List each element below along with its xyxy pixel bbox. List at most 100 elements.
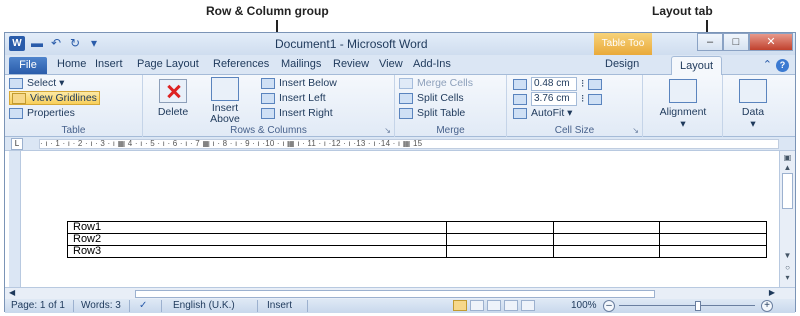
help-icon[interactable]: ? (776, 59, 789, 72)
table-cell[interactable] (552, 233, 661, 246)
tab-file[interactable]: File (9, 57, 47, 74)
delete-button[interactable]: Delete (151, 107, 195, 118)
view-buttons (453, 300, 535, 311)
word-app-icon[interactable]: W (9, 36, 25, 51)
select-button[interactable]: Select ▾ (9, 77, 64, 89)
distribute-columns-icon[interactable] (588, 93, 603, 105)
title-bar: W ▬ ↶ ↻ ▾ Document1 - Microsoft Word Tab… (5, 33, 795, 55)
zoom-slider[interactable] (619, 305, 755, 306)
full-screen-reading-icon[interactable] (470, 300, 484, 311)
alignment-button[interactable]: Alignment (643, 107, 723, 118)
properties-button[interactable]: Properties (9, 107, 75, 119)
table-cell[interactable] (659, 233, 767, 246)
tab-page-layout[interactable]: Page Layout (137, 58, 199, 70)
table-cell[interactable] (446, 245, 554, 258)
zoom-slider-knob[interactable] (695, 301, 701, 311)
column-width-input[interactable]: 3.76 cm (531, 92, 577, 106)
web-layout-icon[interactable] (487, 300, 501, 311)
insert-mode-indicator[interactable]: Insert (267, 300, 292, 311)
table-cell[interactable] (552, 245, 661, 258)
minimize-button[interactable]: – (697, 33, 723, 51)
alignment-dropdown-icon[interactable]: ▾ (643, 119, 723, 130)
scroll-down-icon[interactable]: ▼ (780, 251, 795, 260)
horizontal-scroll-thumb[interactable] (135, 290, 655, 298)
insert-above-label-2[interactable]: Above (203, 114, 247, 125)
split-cells-button[interactable]: Split Cells (399, 92, 464, 104)
delete-icon[interactable] (159, 79, 187, 103)
ruler-toggle-icon[interactable]: ▣ (780, 153, 795, 162)
undo-icon[interactable]: ↶ (48, 35, 64, 51)
annotation-layout-tab: Layout tab (652, 4, 713, 18)
vertical-ruler[interactable] (9, 151, 21, 287)
browse-object-icon[interactable]: ○ (780, 263, 795, 272)
group-data[interactable]: Data ▾ (723, 75, 783, 137)
rows-columns-launcher-icon[interactable]: ↘ (384, 126, 391, 135)
minimize-ribbon-icon[interactable]: ⌃ (763, 59, 772, 71)
table-cell[interactable] (659, 245, 767, 258)
ribbon-tabs: File Home Insert Page Layout References … (5, 55, 795, 76)
draft-icon[interactable] (521, 300, 535, 311)
tab-home[interactable]: Home (57, 58, 86, 70)
table-cell[interactable] (659, 221, 767, 234)
vertical-scroll-thumb[interactable] (782, 173, 793, 209)
table-tools-context-tab: Table Too (594, 33, 652, 55)
page-count[interactable]: Page: 1 of 1 (11, 300, 65, 311)
language-indicator[interactable]: English (U.K.) (173, 300, 235, 311)
group-label-rows-columns: Rows & Columns (230, 125, 307, 136)
cell-size-launcher-icon[interactable]: ↘ (632, 126, 639, 135)
autofit-button[interactable]: AutoFit ▾ (513, 107, 572, 119)
tab-review[interactable]: Review (333, 58, 369, 70)
ruler-scale[interactable]: · ı · 1 · ı · 2 · ı · 3 · ı ▦ 4 · ı · 5 … (39, 139, 779, 149)
vertical-scrollbar[interactable]: ▣ ▲ ▼ ○ ▾ (779, 151, 795, 287)
next-page-icon[interactable]: ▾ (780, 273, 795, 282)
tab-mailings[interactable]: Mailings (281, 58, 321, 70)
row-height-spinner-icon[interactable]: ⁝ (581, 78, 584, 90)
column-width-spinner-icon[interactable]: ⁝ (581, 93, 584, 105)
insert-below-button[interactable]: Insert Below (261, 77, 337, 89)
tab-insert[interactable]: Insert (95, 58, 123, 70)
table-cell[interactable] (446, 221, 554, 234)
distribute-rows-icon[interactable] (588, 78, 603, 90)
tab-view[interactable]: View (379, 58, 403, 70)
customize-qat-icon[interactable]: ▾ (86, 35, 102, 51)
zoom-in-icon[interactable]: + (761, 300, 773, 312)
merge-cells-button[interactable]: Merge Cells (399, 77, 473, 89)
status-divider (257, 300, 258, 312)
group-alignment[interactable]: Alignment ▾ (643, 75, 723, 137)
data-dropdown-icon[interactable]: ▾ (723, 119, 783, 130)
row-height-input[interactable]: 0.48 cm (531, 77, 577, 91)
table-cell[interactable]: Row1 (66, 221, 448, 234)
table-cell[interactable]: Row2 (66, 233, 448, 246)
save-icon[interactable]: ▬ (29, 35, 45, 51)
tab-layout[interactable]: Layout (671, 56, 723, 76)
tab-references[interactable]: References (213, 58, 269, 70)
tab-selector-icon[interactable]: L (11, 138, 23, 150)
scroll-left-icon[interactable]: ◀ (9, 288, 15, 297)
tab-design[interactable]: Design (605, 58, 639, 70)
table-cell[interactable] (552, 221, 661, 234)
redo-icon[interactable]: ↻ (67, 35, 83, 51)
data-button[interactable]: Data (723, 107, 783, 118)
outline-icon[interactable] (504, 300, 518, 311)
insert-right-button[interactable]: Insert Right (261, 107, 333, 119)
insert-above-icon[interactable] (211, 77, 239, 101)
print-layout-icon[interactable] (453, 300, 467, 311)
tab-add-ins[interactable]: Add-Ins (413, 58, 451, 70)
word-count[interactable]: Words: 3 (81, 300, 121, 311)
status-divider (307, 300, 308, 312)
scroll-up-icon[interactable]: ▲ (780, 163, 795, 172)
split-table-button[interactable]: Split Table (399, 107, 465, 119)
quick-access-toolbar: ▬ ↶ ↻ ▾ (29, 35, 102, 51)
maximize-button[interactable]: □ (723, 33, 749, 51)
zoom-level[interactable]: 100% (571, 300, 597, 311)
view-gridlines-button[interactable]: View Gridlines (9, 91, 100, 105)
horizontal-scrollbar[interactable]: ◀ ▶ (5, 287, 795, 299)
close-button[interactable]: ✕ (749, 33, 793, 51)
table-cell[interactable] (446, 233, 554, 246)
insert-left-button[interactable]: Insert Left (261, 92, 326, 104)
scroll-right-icon[interactable]: ▶ (769, 288, 775, 297)
zoom-out-icon[interactable]: – (603, 300, 615, 312)
table-cell[interactable]: Row3 (66, 245, 448, 258)
proofing-icon[interactable]: ✓ (139, 300, 147, 311)
document-area: Row1 Row2 Row3 ▣ ▲ ▼ ○ ▾ (5, 151, 795, 287)
